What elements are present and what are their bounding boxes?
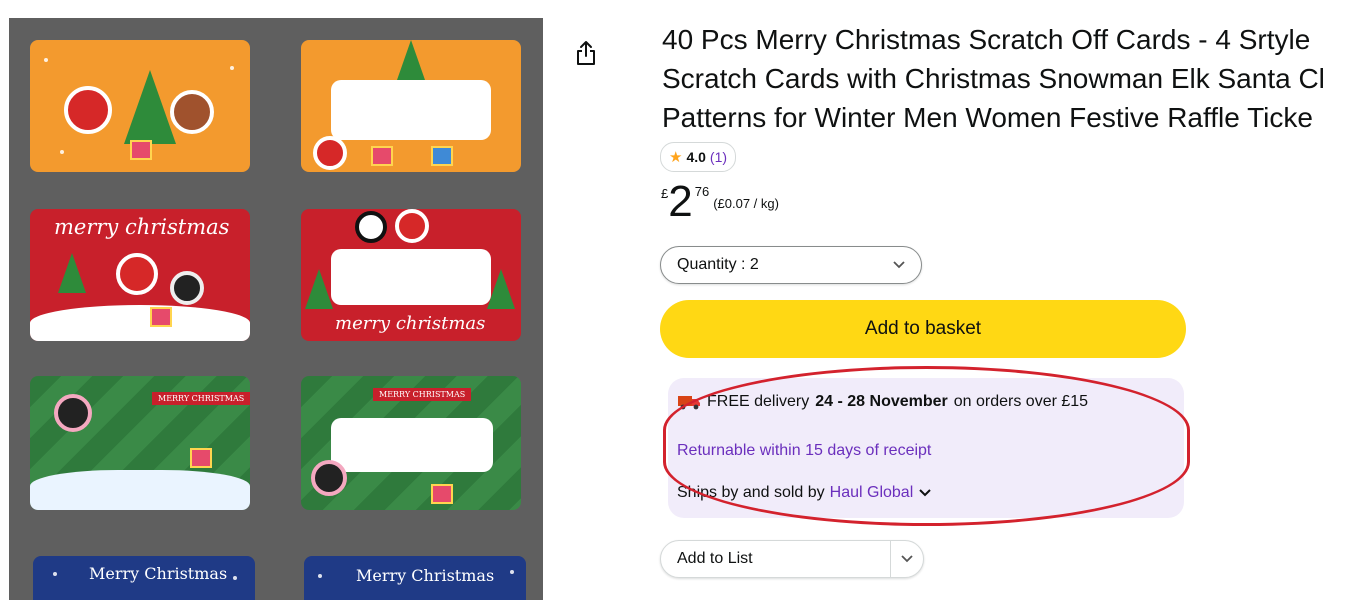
product-title: 40 Pcs Merry Christmas Scratch Off Cards… bbox=[662, 20, 1371, 137]
gift-icon bbox=[150, 307, 172, 327]
card-green-blank: MERRY CHRISTMAS bbox=[301, 376, 521, 510]
gift-icon bbox=[190, 448, 212, 468]
share-icon[interactable] bbox=[576, 40, 596, 66]
delivery-info: FREE delivery 24 - 28 November on orders… bbox=[677, 393, 1088, 411]
penguin-icon bbox=[311, 460, 347, 496]
chevron-down-icon[interactable] bbox=[918, 488, 932, 498]
list-dropdown[interactable] bbox=[891, 555, 923, 563]
card-label: MERRY CHRISTMAS bbox=[373, 388, 472, 401]
chevron-down-icon bbox=[901, 555, 913, 563]
scratch-area bbox=[331, 418, 493, 472]
truck-icon bbox=[678, 396, 700, 410]
price: £ 2 76 (£0.07 / kg) bbox=[661, 180, 779, 224]
star-icon: ★ bbox=[669, 149, 683, 166]
add-to-list-button[interactable]: Add to List bbox=[660, 540, 924, 578]
santa-icon bbox=[313, 136, 347, 170]
penguin-icon bbox=[54, 394, 92, 432]
price-fraction: 76 bbox=[694, 184, 710, 199]
add-to-list-label[interactable]: Add to List bbox=[661, 550, 890, 568]
quantity-select[interactable]: Quantity : 2 bbox=[660, 246, 922, 284]
ships-sold-by: Ships by and sold by Haul Global bbox=[677, 484, 932, 502]
tree-icon bbox=[58, 253, 86, 293]
title-line: Patterns for Winter Men Women Festive Ra… bbox=[662, 102, 1313, 133]
card-blue-2: Merry Christmas bbox=[304, 556, 526, 600]
tree-icon bbox=[124, 70, 176, 144]
quantity-label: Quantity : 2 bbox=[677, 256, 759, 273]
ships-prefix: Ships by and sold by bbox=[677, 484, 825, 501]
rating-count[interactable]: (1) bbox=[710, 149, 727, 165]
card-label: MERRY CHRISTMAS bbox=[152, 392, 250, 405]
card-green-penguin: MERRY CHRISTMAS bbox=[30, 376, 250, 510]
price-currency: £ bbox=[661, 186, 669, 201]
card-blue-1: Merry Christmas bbox=[33, 556, 255, 600]
title-line: 40 Pcs Merry Christmas Scratch Off Cards… bbox=[662, 24, 1311, 55]
card-red-blank: merry christmas bbox=[301, 209, 521, 341]
santa-icon bbox=[116, 253, 158, 295]
unit-price: (£0.07 / kg) bbox=[713, 196, 779, 211]
returns-link[interactable]: Returnable within 15 days of receipt bbox=[677, 442, 931, 460]
rating-badge[interactable]: ★ 4.0 (1) bbox=[660, 142, 737, 172]
gift-icon bbox=[130, 140, 152, 160]
scratch-area bbox=[331, 249, 491, 305]
tree-icon bbox=[487, 269, 515, 309]
snowman-icon bbox=[355, 211, 387, 243]
card-label: merry christmas bbox=[54, 215, 230, 239]
card-label: merry christmas bbox=[335, 313, 486, 334]
delivery-prefix: FREE delivery bbox=[707, 393, 810, 410]
card-red-merry: merry christmas bbox=[30, 209, 250, 341]
product-image[interactable]: merry christmas merry christmas MERRY CH… bbox=[9, 18, 543, 600]
santa-icon bbox=[64, 86, 112, 134]
reindeer-icon bbox=[170, 90, 214, 134]
gift-icon bbox=[371, 146, 393, 166]
card-label: Merry Christmas bbox=[89, 564, 228, 583]
chevron-down-icon bbox=[893, 261, 905, 269]
price-whole: 2 bbox=[668, 177, 693, 226]
penguin-icon bbox=[170, 271, 204, 305]
tree-icon bbox=[397, 40, 425, 80]
card-orange-santa bbox=[30, 40, 250, 172]
delivery-suffix: on orders over £15 bbox=[953, 393, 1089, 410]
gift-icon bbox=[431, 146, 453, 166]
card-label: Merry Christmas bbox=[356, 566, 495, 585]
delivery-dates: 24 - 28 November bbox=[815, 393, 948, 410]
tree-icon bbox=[305, 269, 333, 309]
add-to-basket-button[interactable]: Add to basket bbox=[660, 300, 1186, 358]
gift-icon bbox=[431, 484, 453, 504]
seller-link[interactable]: Haul Global bbox=[830, 484, 914, 502]
rating-score: 4.0 bbox=[686, 149, 706, 165]
card-orange-blank bbox=[301, 40, 521, 172]
scratch-area bbox=[331, 80, 491, 140]
santa-icon bbox=[395, 209, 429, 243]
title-line: Scratch Cards with Christmas Snowman Elk… bbox=[662, 63, 1325, 94]
